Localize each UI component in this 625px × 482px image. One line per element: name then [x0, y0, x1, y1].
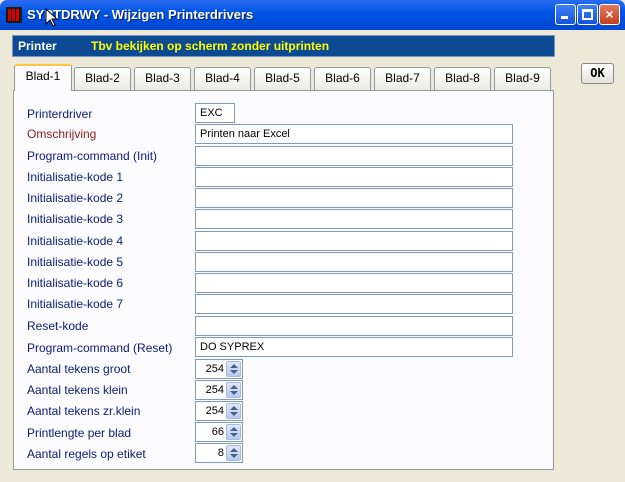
spinner-value[interactable]: 254 [206, 405, 224, 417]
field-label: Printlengte per blad [27, 426, 132, 440]
tab-blad-4[interactable]: Blad-4 [194, 67, 251, 90]
field-label: Program-command (Init) [27, 149, 158, 163]
field-label: Initialisatie-kode 1 [27, 170, 124, 184]
title-bar[interactable]: SYPTDRWY - Wijzigen Printerdrivers × [0, 0, 625, 30]
field-label: Initialisatie-kode 4 [27, 234, 124, 248]
spinner-value[interactable]: 8 [218, 447, 224, 459]
field-label: Initialisatie-kode 6 [27, 276, 124, 290]
printlengte-spinner[interactable]: 66 [195, 422, 243, 442]
spinner-arrows-icon[interactable] [226, 361, 241, 377]
tab-panel: Printerdriver EXC Omschrijving Printen n… [13, 90, 554, 470]
field-label: Aantal tekens zr.klein [27, 404, 141, 418]
tekens-groot-spinner[interactable]: 254 [195, 359, 243, 379]
tab-blad-8[interactable]: Blad-8 [434, 67, 491, 90]
header-label: Printer [18, 39, 57, 53]
spinner-value[interactable]: 66 [212, 426, 224, 438]
spinner-arrows-icon[interactable] [226, 382, 241, 398]
ok-button[interactable]: OK [581, 63, 614, 84]
init-code-3-field[interactable] [195, 209, 513, 229]
tab-blad-1[interactable]: Blad-1 [14, 64, 72, 91]
maximize-button[interactable] [577, 4, 598, 25]
regels-etiket-spinner[interactable]: 8 [195, 443, 243, 463]
spinner-arrows-icon[interactable] [226, 445, 241, 461]
close-button[interactable]: × [599, 4, 620, 25]
spinner-value[interactable]: 254 [206, 384, 224, 396]
init-code-2-field[interactable] [195, 188, 513, 208]
program-command-init-field[interactable] [195, 146, 513, 166]
init-code-7-field[interactable] [195, 294, 513, 314]
tab-blad-7[interactable]: Blad-7 [374, 67, 431, 90]
field-label: Initialisatie-kode 2 [27, 191, 124, 205]
field-label: Omschrijving [27, 127, 97, 141]
field-label: Program-command (Reset) [27, 341, 173, 355]
init-code-5-field[interactable] [195, 252, 513, 272]
init-code-4-field[interactable] [195, 231, 513, 251]
tab-blad-3[interactable]: Blad-3 [134, 67, 191, 90]
window-title: SYPTDRWY - Wijzigen Printerdrivers [27, 7, 254, 22]
tab-blad-2[interactable]: Blad-2 [74, 67, 131, 90]
spinner-arrows-icon[interactable] [226, 424, 241, 440]
reset-code-field[interactable] [195, 316, 513, 336]
tab-blad-9[interactable]: Blad-9 [494, 67, 551, 90]
tekens-zr-klein-spinner[interactable]: 254 [195, 401, 243, 421]
printer-header: Printer Tbv bekijken op scherm zonder ui… [12, 35, 555, 57]
close-icon: × [605, 6, 614, 22]
field-label: Initialisatie-kode 5 [27, 255, 124, 269]
minimize-button[interactable] [555, 4, 576, 25]
spinner-value[interactable]: 254 [206, 363, 224, 375]
field-label: Reset-kode [27, 319, 89, 333]
app-icon[interactable] [6, 7, 22, 23]
program-command-reset-field[interactable]: DO SYPREX [195, 337, 513, 357]
minimize-icon [561, 16, 568, 19]
printer-description: Tbv bekijken op scherm zonder uitprinten [91, 39, 330, 53]
field-label: Aantal tekens klein [27, 383, 128, 397]
field-label: Aantal tekens groot [27, 362, 131, 376]
maximize-icon [582, 9, 593, 20]
field-label: Initialisatie-kode 7 [27, 297, 124, 311]
spinner-arrows-icon[interactable] [226, 403, 241, 419]
omschrijving-field[interactable]: Printen naar Excel [195, 124, 513, 144]
tab-blad-5[interactable]: Blad-5 [254, 67, 311, 90]
field-label: Aantal regels op etiket [27, 447, 146, 461]
init-code-6-field[interactable] [195, 273, 513, 293]
printerdriver-field[interactable]: EXC [195, 103, 235, 123]
mouse-cursor-icon [45, 8, 59, 27]
init-code-1-field[interactable] [195, 167, 513, 187]
tekens-klein-spinner[interactable]: 254 [195, 380, 243, 400]
field-label: Initialisatie-kode 3 [27, 212, 124, 226]
field-label: Printerdriver [27, 107, 93, 121]
tab-blad-6[interactable]: Blad-6 [314, 67, 371, 90]
